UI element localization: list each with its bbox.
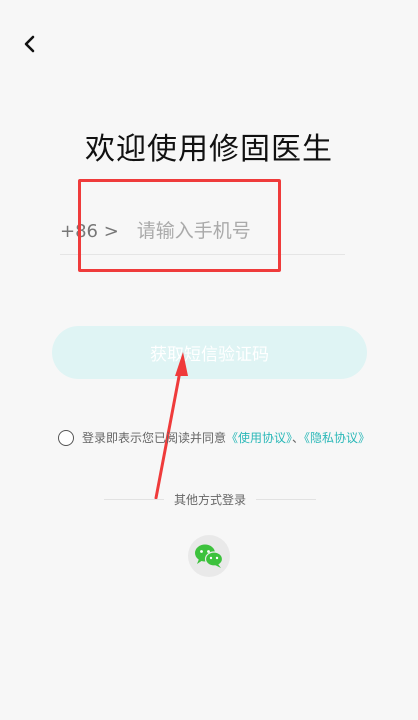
wechat-icon bbox=[195, 544, 224, 568]
privacy-link[interactable]: 《隐私协议》 bbox=[304, 431, 370, 445]
agreement-text: 登录即表示您已阅读并同意《使用协议》、《隐私协议》 bbox=[82, 428, 370, 448]
other-login-divider: 其他方式登录 bbox=[104, 491, 317, 508]
country-code-selector[interactable]: +86 > bbox=[60, 221, 119, 242]
chevron-left-icon bbox=[24, 35, 35, 53]
terms-link[interactable]: 《使用协议》 bbox=[226, 431, 292, 445]
agreement-separator: 、 bbox=[292, 431, 305, 445]
wechat-login-button[interactable] bbox=[188, 535, 230, 577]
divider-line-right bbox=[256, 499, 317, 500]
divider-line-left bbox=[104, 499, 164, 500]
back-button[interactable] bbox=[14, 28, 46, 60]
agreement-prefix: 登录即表示您已阅读并同意 bbox=[82, 431, 227, 445]
agreement-checkbox[interactable] bbox=[58, 430, 74, 446]
phone-number-input[interactable] bbox=[136, 220, 317, 242]
phone-input-row: +86 > bbox=[60, 208, 345, 255]
agreement-row: 登录即表示您已阅读并同意《使用协议》、《隐私协议》 bbox=[58, 428, 378, 448]
page-title: 欢迎使用修固医生 bbox=[85, 132, 333, 167]
other-login-label: 其他方式登录 bbox=[174, 493, 247, 507]
get-code-button[interactable]: 获取短信验证码 bbox=[52, 326, 367, 379]
